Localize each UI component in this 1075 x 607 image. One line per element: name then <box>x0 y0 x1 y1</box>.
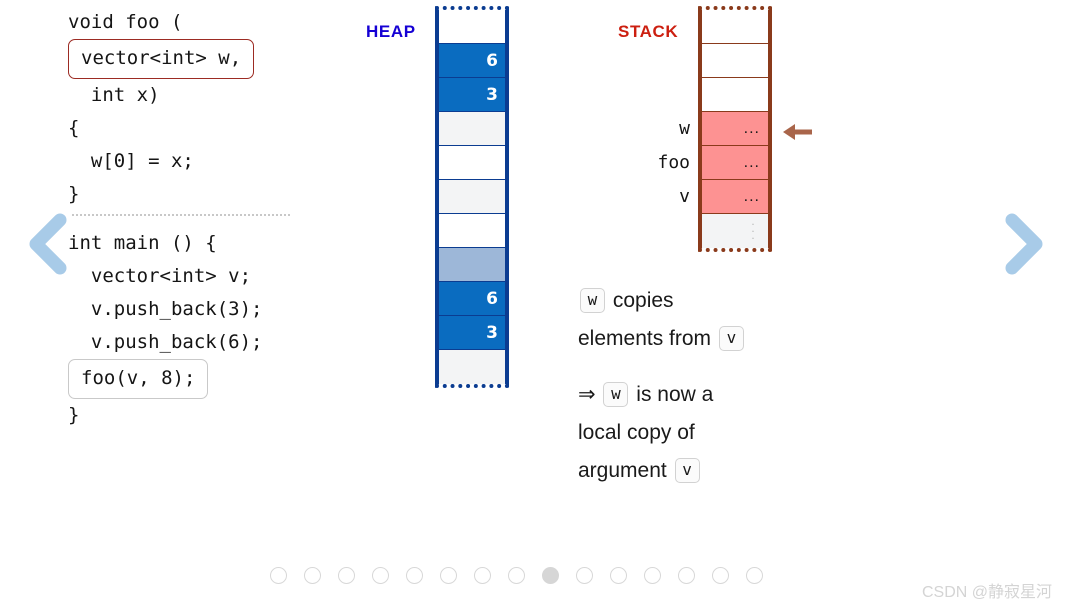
code-line-push-back-6: v.push_back(6); <box>68 331 263 353</box>
explanation-text: w copies elements from v ⇒ w is now a lo… <box>578 282 908 508</box>
implies-arrow-icon: ⇒ <box>578 383 596 406</box>
explanation-text-elements-from: elements from <box>578 327 712 350</box>
stack-row-label-v: v <box>679 186 690 207</box>
ellipsis-icon: ... <box>743 187 760 205</box>
heap-cell-value: 3 <box>486 322 498 343</box>
ellipsis-icon: ... <box>743 153 760 171</box>
explanation-paragraph-2: ⇒ w is now a local copy of argument v <box>578 376 908 490</box>
pagination-dot[interactable] <box>406 567 423 584</box>
explanation-text-is-now-a: is now a <box>636 383 714 406</box>
highlight-box-call: foo(v, 8); <box>68 359 209 399</box>
watermark: CSDN @静寂星河 <box>922 584 1053 601</box>
vertical-ellipsis-icon: · · · <box>751 216 755 245</box>
previous-slide-button[interactable] <box>26 212 72 276</box>
heap-cell <box>439 112 505 146</box>
heap-cell: 6 <box>439 44 505 78</box>
heap-cell <box>439 10 505 44</box>
explanation-text-local-copy-of: local copy of <box>578 421 695 444</box>
chip-w-2: w <box>603 382 629 407</box>
code-line-main-signature: int main () { <box>68 232 217 254</box>
stack-cell <box>702 78 768 112</box>
code-line-vector-decl: vector<int> v; <box>68 265 252 287</box>
code-section-divider <box>72 214 290 216</box>
pagination-dot[interactable] <box>474 567 491 584</box>
pagination-dot[interactable] <box>746 567 763 584</box>
pagination-dot[interactable] <box>678 567 695 584</box>
pagination-dot[interactable] <box>304 567 321 584</box>
code-line-param-highlighted: vector<int> w, <box>68 39 368 79</box>
chip-v-2: v <box>674 458 700 483</box>
stack-column: ......... · · · <box>698 6 772 252</box>
heap-cell <box>439 146 505 180</box>
stack-cell <box>702 44 768 78</box>
highlight-box-param: vector<int> w, <box>68 39 255 79</box>
explanation-text-copies: copies <box>612 289 674 312</box>
pagination-dot[interactable] <box>644 567 661 584</box>
heap-cell <box>439 350 505 384</box>
pagination-dot[interactable] <box>712 567 729 584</box>
pagination-dot[interactable] <box>338 567 355 584</box>
heap-cell-value: 6 <box>486 50 498 71</box>
explanation-paragraph-1: w copies elements from v <box>578 282 908 358</box>
stack-cell: ... <box>702 112 768 146</box>
heap-cell: 3 <box>439 316 505 350</box>
code-line-push-back-3: v.push_back(3); <box>68 298 263 320</box>
pagination-dot[interactable] <box>270 567 287 584</box>
explanation-text-argument: argument <box>578 459 667 482</box>
heap-cell-value: 6 <box>486 288 498 309</box>
stack-row-label-w: w <box>679 118 690 139</box>
heap-cell: 6 <box>439 282 505 316</box>
ellipsis-icon: ... <box>743 119 760 137</box>
chip-w-1: w <box>580 288 605 313</box>
chip-v-1: v <box>718 326 744 351</box>
stack-cell: ... <box>702 180 768 214</box>
stack-row-labels: w foo v <box>598 6 690 252</box>
next-slide-button[interactable] <box>1000 212 1046 276</box>
pagination-dot[interactable] <box>508 567 525 584</box>
heap-cell <box>439 214 505 248</box>
pagination-dot[interactable] <box>610 567 627 584</box>
pagination-dots[interactable] <box>270 567 763 584</box>
code-line-foo-call-highlighted: foo(v, 8); <box>68 359 368 399</box>
heap-column: 6 3 6 3 <box>435 6 509 388</box>
heap-label: HEAP <box>366 22 416 41</box>
stack-cell: ... <box>702 146 768 180</box>
stack-cell: · · · <box>702 214 768 248</box>
code-line-param-x: int x) <box>68 84 160 106</box>
code-panel: void foo ( vector<int> w, int x) { w[0] … <box>68 6 368 432</box>
pagination-dot[interactable] <box>372 567 389 584</box>
stack-row-label-foo: foo <box>657 152 690 173</box>
code-line-main-close-brace: } <box>68 404 80 426</box>
heap-cell: 3 <box>439 78 505 112</box>
stack-pointer-arrow-icon <box>782 120 814 144</box>
pagination-dot[interactable] <box>440 567 457 584</box>
code-line-open-brace: { <box>68 117 80 139</box>
stack-cell <box>702 10 768 44</box>
heap-cell <box>439 180 505 214</box>
code-line-foo-signature: void foo ( <box>68 11 183 33</box>
pagination-dot[interactable] <box>542 567 559 584</box>
code-line-assign: w[0] = x; <box>68 150 194 172</box>
pagination-dot[interactable] <box>576 567 593 584</box>
heap-cell <box>439 248 505 282</box>
heap-cell-value: 3 <box>486 84 498 105</box>
code-line-close-brace: } <box>68 183 80 205</box>
